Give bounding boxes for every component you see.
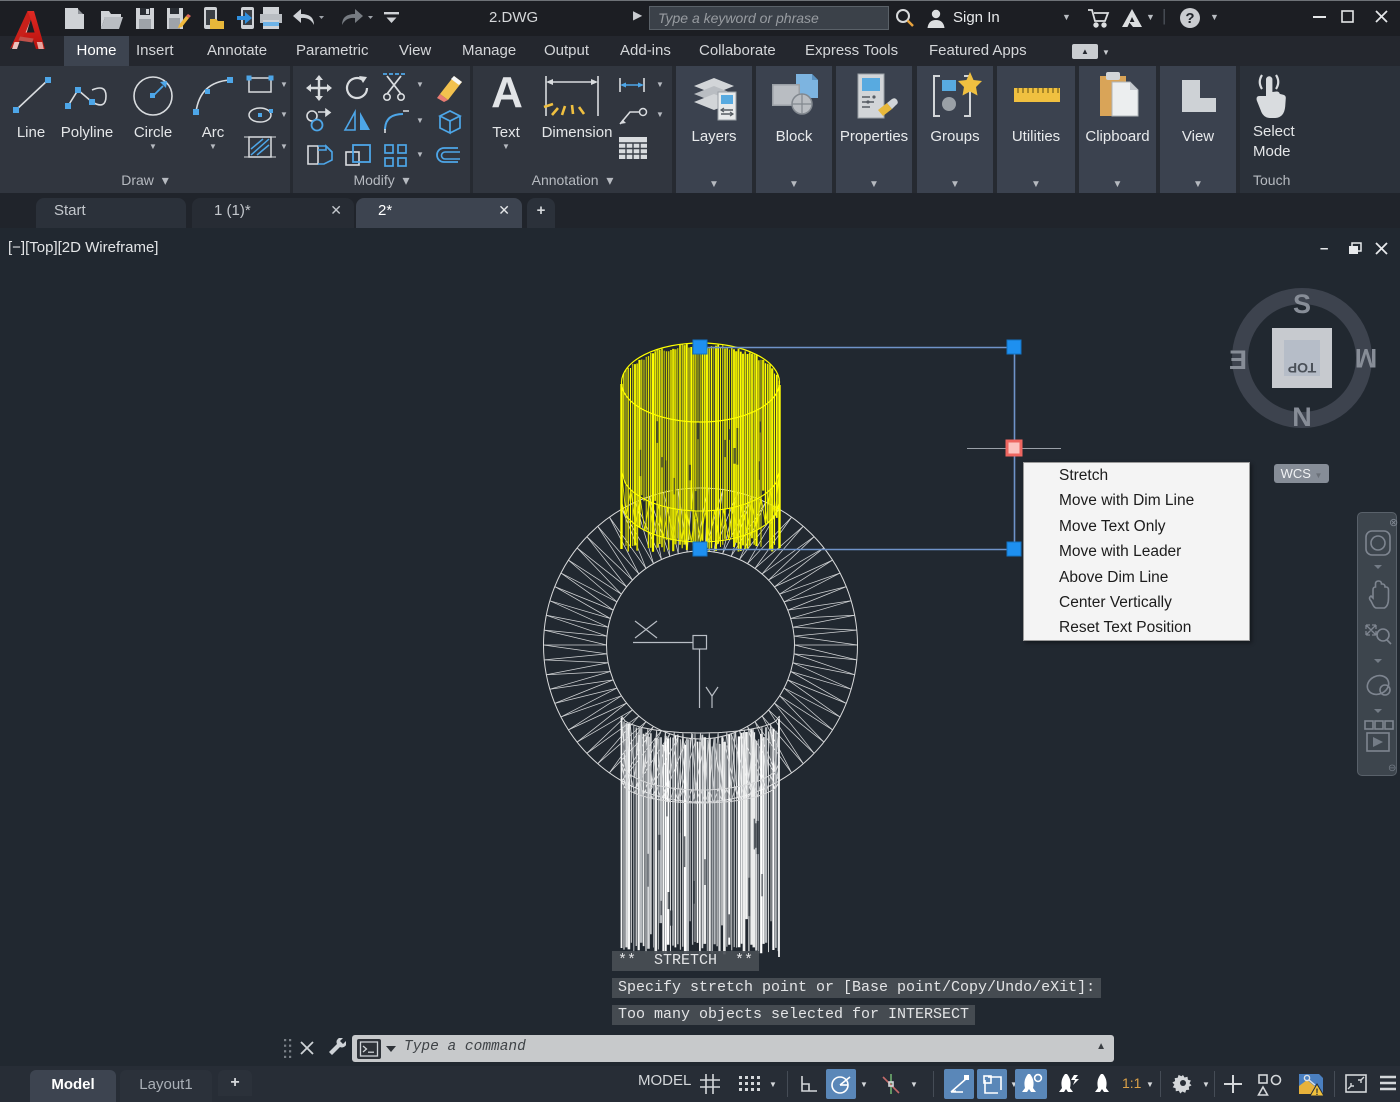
svg-text:M: M: [1355, 343, 1377, 373]
svg-text:S: S: [1293, 289, 1311, 319]
svg-text:!: !: [1316, 1087, 1319, 1097]
svg-text:⊗: ⊗: [1389, 517, 1398, 529]
svg-text:E: E: [1229, 345, 1247, 375]
svg-text:N: N: [1292, 402, 1312, 432]
svg-text:TOP: TOP: [1288, 360, 1317, 376]
svg-text:?: ?: [1185, 10, 1194, 27]
svg-text:⊖: ⊖: [1388, 763, 1396, 774]
